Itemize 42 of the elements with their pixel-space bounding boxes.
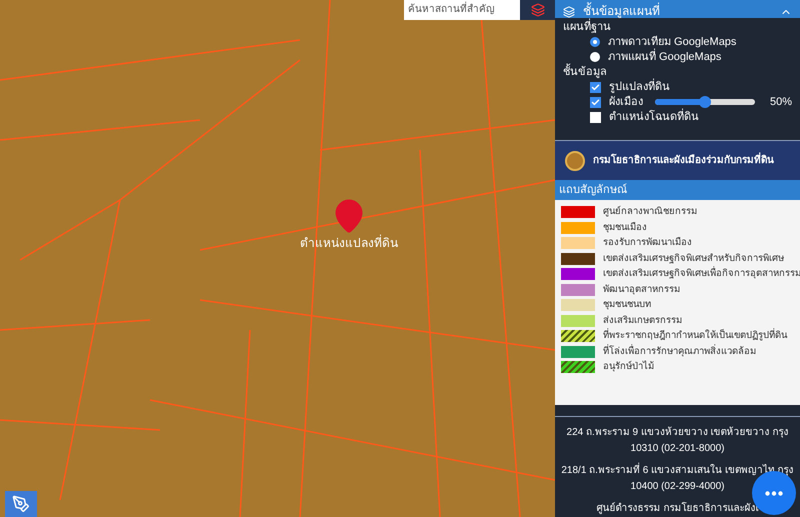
layers-button[interactable] — [520, 0, 555, 20]
contact-address: 10310 (02-201-8000) — [630, 442, 724, 456]
panel-title: ชั้นข้อมูลแผนที่ — [583, 4, 660, 18]
checkbox-label: รูปแปลงที่ดิน — [609, 80, 670, 94]
more-icon — [765, 490, 783, 496]
legend-label: พัฒนาอุตสาหกรรม — [603, 284, 680, 296]
contact-address: 10400 (02-299-4000) — [630, 480, 724, 494]
section-heading: แผนที่ฐาน — [563, 20, 792, 34]
map-view[interactable]: ค้นหาสถานที่สำคัญ ตำแหน่งแปลงที่ดิน — [0, 0, 555, 517]
checkbox[interactable] — [590, 112, 601, 122]
draw-tool-button[interactable] — [5, 491, 37, 517]
checkbox[interactable] — [590, 82, 601, 92]
department-seal-icon — [565, 150, 585, 170]
contact-address: 218/1 ถ.พระรามที่ 6 แขวงสามเสนใน เขตพญาไท กรุง — [561, 463, 794, 478]
search-field[interactable]: ค้นหาสถานที่สำคัญ — [404, 0, 520, 20]
legend-label: อนุรักษ์ป่าไม้ — [603, 361, 654, 373]
radio-button[interactable] — [590, 52, 600, 62]
contact-address: ศูนย์ดำรงธรรม กรมโยธาธิการและผังเ — [596, 501, 758, 516]
contact-address: 224 ถ.พระราม 9 แขวงห้วยขวาง เขตห้วยขวาง กรุง — [566, 426, 788, 440]
checkbox-label: ผังเมือง — [609, 95, 643, 108]
layers-icon — [563, 6, 575, 18]
department-name: กรมโยธาธิการและผังเมืองร่วมกับกรมที่ดิน — [593, 153, 774, 168]
legend-label: ที่โล่งเพื่อการรักษาคุณภาพสิ่งแวดล้อม — [603, 346, 756, 358]
radio-label: ภาพแผนที่ GoogleMaps — [608, 50, 722, 64]
section-heading: ชั้นข้อมูล — [563, 65, 792, 79]
marker-label: ตำแหน่งแปลงที่ดิน — [300, 234, 398, 252]
slider-value: 50% — [770, 95, 792, 109]
radio-button[interactable] — [590, 37, 600, 47]
radio-label: ภาพดาวเทียม GoogleMaps — [608, 35, 736, 48]
layers-icon — [531, 3, 545, 17]
legend-label: ชุมชนเมือง — [603, 222, 647, 234]
legend-label: ที่พระราชกฤษฎีกากำหนดให้เป็นเขตปฏิรูปที่ดิน — [603, 330, 787, 342]
legend-label: ศูนย์กลางพาณิชยกรรม — [603, 206, 697, 218]
legend-label: รองรับการพัฒนาเมือง — [603, 237, 692, 249]
opacity-slider[interactable] — [655, 99, 755, 105]
legend-title: แถบสัญลักษณ์ — [559, 182, 627, 198]
legend-label: ส่งเสริมเกษตรกรรม — [603, 314, 682, 326]
checkbox[interactable] — [590, 96, 601, 108]
legend-label: เขตส่งเสริมเศรษฐกิจพิเศษเพื่อกิจการอุตสาหกรรม — [603, 268, 800, 280]
legend-label: เขตส่งเสริมเศรษฐกิจพิเศษสำหรับกิจการพิเศษ — [603, 252, 784, 264]
checkbox-label: ตำแหน่งโฉนดที่ดิน — [609, 110, 699, 124]
legend-label: ชุมชนชนบท — [603, 299, 651, 311]
